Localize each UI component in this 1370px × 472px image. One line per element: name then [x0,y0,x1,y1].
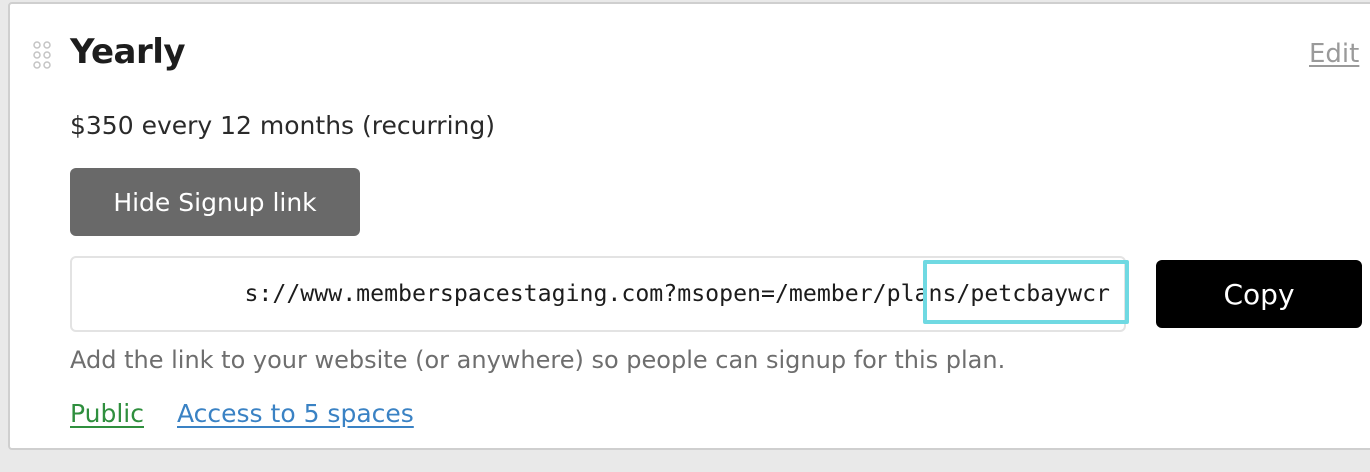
plan-card: Yearly Edit $350 every 12 months (recurr… [8,2,1370,450]
hide-signup-link-button[interactable]: Hide Signup link [70,168,360,236]
visibility-public-link[interactable]: Public [70,398,144,430]
plan-title: Yearly [70,32,186,72]
plan-price: $350 every 12 months (recurring) [70,111,495,140]
edit-link[interactable]: Edit [1309,38,1359,70]
drag-handle-icon[interactable] [32,40,52,70]
signup-help-text: Add the link to your website (or anywher… [70,346,1006,374]
access-spaces-link[interactable]: Access to 5 spaces [177,398,414,430]
signup-link-text: s://www.memberspacestaging.com?msopen=/m… [244,280,1110,307]
copy-button[interactable]: Copy [1156,260,1362,328]
signup-link-field[interactable]: s://www.memberspacestaging.com?msopen=/m… [70,256,1126,332]
